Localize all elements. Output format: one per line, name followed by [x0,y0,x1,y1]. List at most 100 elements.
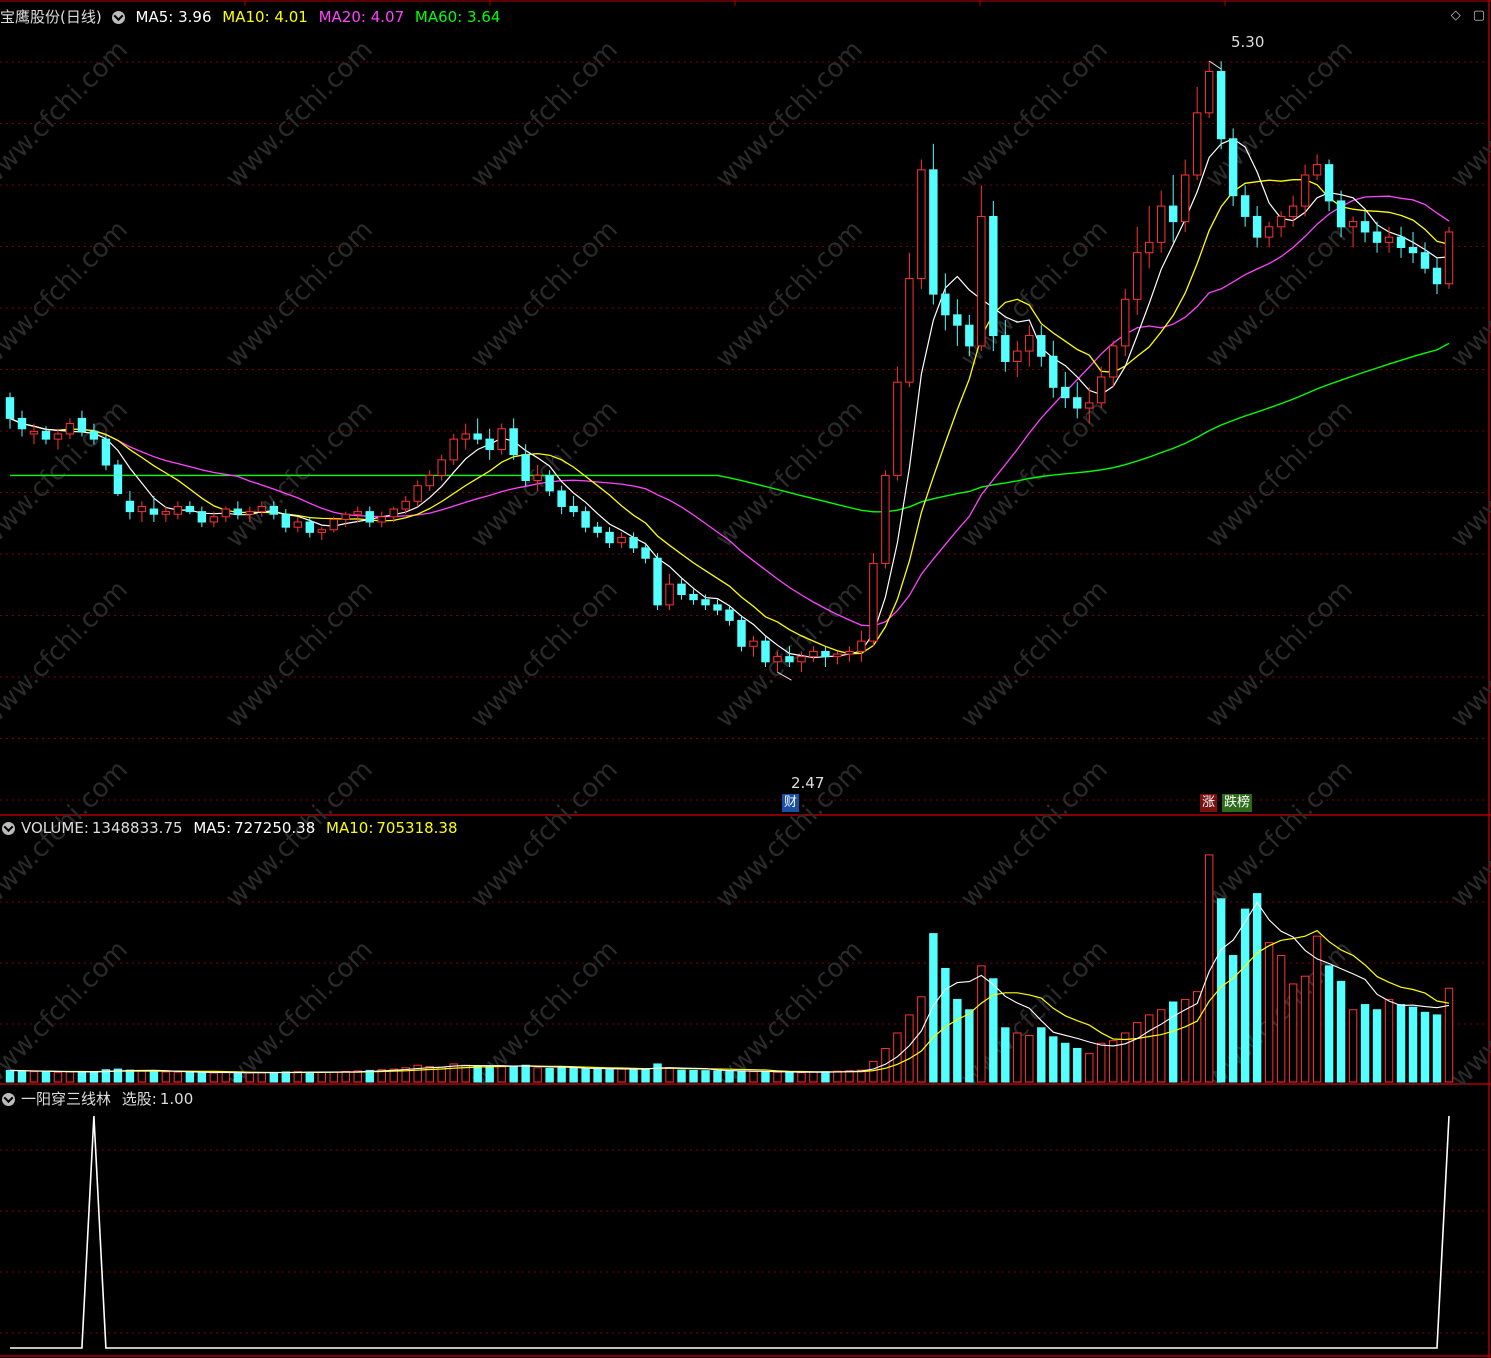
candle-body [1204,70,1214,114]
chart-canvas[interactable]: www.cfchi.com www.cfchi.com www.cfchi.com w… [0,0,1491,1358]
candle-body [1180,174,1190,223]
ma20-legend: MA20: 4.07 [318,8,405,26]
watermark-text: www.cfchi.com [955,575,1114,734]
candle-body [1156,205,1166,243]
window-controls: ◇ ▢ [1439,8,1485,23]
candle-body [785,656,794,663]
maximize-icon[interactable]: ▢ [1473,8,1485,23]
dragon-tiger-board-badge[interactable]: 跌榜 [1222,794,1253,812]
volume-bar [809,1071,818,1083]
candle-body [425,474,434,487]
volume-bar [749,1071,758,1083]
diamond-icon[interactable]: ◇ [1451,8,1461,23]
candle-body [137,505,147,513]
candle-body [1372,231,1382,243]
volume-bar [1348,1009,1358,1083]
limit-up-badge[interactable]: 涨 [1200,794,1218,812]
volume-bar [317,1071,326,1083]
candle-body [1001,335,1010,362]
candle-body [1264,226,1274,238]
watermark-text: www.cfchi.com [710,35,869,194]
candle-body [1336,200,1346,228]
candle-body [1384,236,1394,243]
candle-body [1168,205,1178,223]
collapse-toggle-icon[interactable] [111,11,125,24]
watermark-text: www.cfchi.com [0,215,134,374]
volume-bar [737,1070,746,1083]
volume-bar [125,1069,135,1083]
volume-bar [1408,1006,1418,1083]
volume-bar [869,1060,878,1083]
candle-body [197,511,207,523]
candle-body [1288,205,1298,217]
volume-bar [977,965,986,1083]
volume-bar [1013,1032,1022,1083]
volume-bar [497,1066,506,1083]
candle-body [953,314,962,326]
volume-bar [53,1071,63,1083]
candle-body [173,505,183,515]
candle-body [1432,267,1442,285]
volume-bar [1336,980,1346,1083]
candle-body [293,521,303,528]
collapse-toggle-icon[interactable] [2,1093,15,1106]
signal-line [10,1115,1450,1349]
watermark-text: www.cfchi.com [1200,395,1359,554]
candle-body [245,511,255,515]
candle-body [257,505,267,513]
collapse-toggle-icon[interactable] [2,822,15,835]
candle-body [65,423,75,435]
watermark-text: www.cfchi.com [0,575,134,734]
indicator-panel-header: 一阳穿三线林 选股: 1.00 [0,1089,199,1109]
candle-body [677,583,686,595]
watermark-layer: www.cfchi.com www.cfchi.com www.cfchi.com w… [0,35,1491,1094]
volume-bar [797,1072,806,1083]
volume-bar [1097,1042,1106,1083]
volume-bar [173,1071,183,1083]
watermark-text: www.cfchi.com [220,575,379,734]
volume-ma10-value: 705318.38 [376,819,458,837]
candle-body [545,474,554,492]
ma10-legend: MA10: 4.01 [222,8,308,26]
volume-bar [269,1071,279,1083]
volume-bar [1144,1014,1154,1083]
volume-bar [929,933,938,1083]
candle-body [53,433,63,440]
watermark-text: www.cfchi.com [710,935,869,1094]
volume-bar [341,1070,350,1083]
volume-bar [593,1068,602,1083]
volume-bar [641,1068,650,1083]
candle-body [125,500,135,513]
volume-bar [701,1070,710,1083]
volume-bar [689,1069,698,1083]
stock-name[interactable]: 宝鹰股份 [0,8,60,26]
candle-body [569,505,578,513]
volume-bar [1420,1011,1430,1083]
candle-body [1133,252,1142,300]
volume-bar [197,1072,207,1083]
candle-body [305,521,315,533]
volume-bar [1156,1009,1166,1083]
volume-bar [1228,955,1238,1083]
indicator-name[interactable]: 一阳穿三线林 [21,1090,111,1108]
candle-body [161,511,171,515]
candle-body [1097,376,1106,404]
finance-event-badge[interactable]: 财 [782,794,800,812]
ma60-legend: MA60: 3.64 [414,8,501,26]
candle-body [605,531,614,544]
volume-bar [1312,935,1322,1083]
candle-body [317,529,326,533]
volume-bar [209,1072,219,1083]
candle-body [233,508,243,515]
volume-bar [29,1071,39,1083]
volume-bar [629,1068,638,1083]
period-label[interactable]: (日线) [60,8,102,26]
candle-body [1037,335,1046,357]
candle-body [1324,164,1334,202]
candle-body [653,557,662,606]
candle-body [209,516,219,523]
candle-body [1360,221,1370,233]
ma10-line [9,179,1450,655]
volume-bar [1049,1036,1058,1083]
candle-body [1228,138,1238,197]
